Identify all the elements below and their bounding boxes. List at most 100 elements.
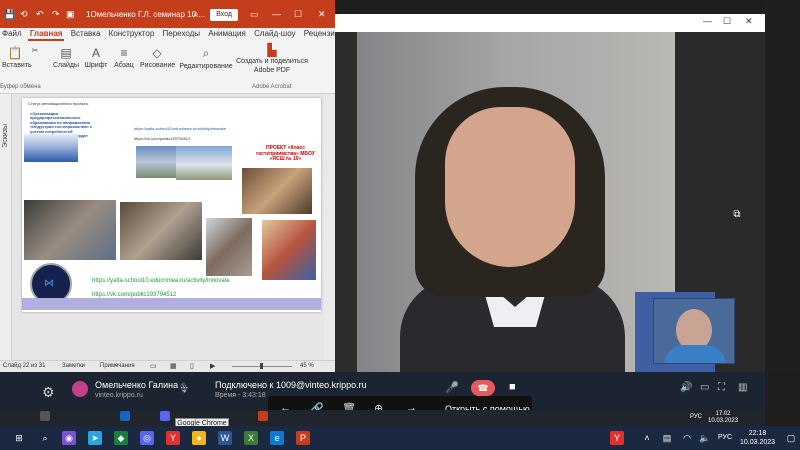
close-icon[interactable]: ✕ bbox=[318, 9, 326, 20]
editing-button[interactable]: ⌕ Редактирование bbox=[178, 46, 234, 70]
chrome-icon[interactable]: ● bbox=[192, 431, 206, 445]
slides-button[interactable]: ▤ Слайды bbox=[52, 46, 80, 69]
minimize-icon[interactable]: — bbox=[272, 9, 281, 19]
zoom-level: 45 % bbox=[300, 363, 314, 369]
remote-date: 10.03.2023 bbox=[708, 418, 739, 424]
save-icon[interactable]: 💾 bbox=[4, 9, 15, 20]
self-view-body bbox=[664, 345, 726, 363]
vertical-scrollbar[interactable] bbox=[324, 94, 335, 360]
gear-icon[interactable]: ⚙ bbox=[42, 384, 55, 401]
pdf-icon: ▙ bbox=[267, 43, 277, 57]
adobe-group-label: Adobe Acrobat bbox=[252, 84, 292, 90]
yandex-tray-icon[interactable]: Y bbox=[610, 431, 624, 445]
viber-icon[interactable]: ◉ bbox=[62, 431, 76, 445]
camera-toggle-button[interactable]: ■ bbox=[509, 381, 516, 393]
ribbon-tabs: Файл Главная Вставка Конструктор Переход… bbox=[0, 28, 352, 42]
ribbon-display-icon[interactable]: ▭ bbox=[250, 9, 259, 20]
comments-button[interactable]: Примечания bbox=[100, 363, 135, 369]
maximize-icon[interactable]: ☐ bbox=[723, 16, 731, 27]
network-icon[interactable]: ▤ bbox=[660, 431, 674, 445]
paragraph-button[interactable]: ≡ Абзац bbox=[112, 46, 136, 69]
shapes-icon: ◇ bbox=[152, 46, 162, 60]
clock-time: 22:18 bbox=[748, 430, 767, 437]
yandex-icon[interactable]: Y bbox=[166, 431, 180, 445]
close-icon[interactable]: ✕ bbox=[745, 16, 753, 27]
chevron-up-icon[interactable]: ˄ bbox=[640, 431, 654, 445]
tab-home[interactable]: Главная bbox=[27, 28, 65, 41]
paste-button[interactable]: 📋 Вставить bbox=[2, 46, 32, 69]
microphone-icon: 🎙 bbox=[178, 383, 190, 393]
mute-microphone-button[interactable]: 🎤 bbox=[445, 381, 459, 394]
telegram-icon[interactable]: ➤ bbox=[88, 431, 102, 445]
tab-file[interactable]: Файл bbox=[0, 28, 24, 39]
telegram-icon[interactable] bbox=[120, 411, 130, 421]
start-show-icon[interactable]: ▣ bbox=[66, 9, 75, 20]
powerpoint-icon[interactable]: P bbox=[296, 431, 310, 445]
hang-up-button[interactable]: ☎ bbox=[471, 380, 495, 396]
wifi-icon[interactable]: ◠ bbox=[680, 431, 694, 445]
keyboard-language[interactable]: РУС bbox=[718, 434, 732, 441]
autosave-icon[interactable]: ⟲ bbox=[20, 9, 28, 20]
system-clock[interactable]: 22:18 10.03.2023 bbox=[740, 429, 775, 447]
search-icon[interactable]: ⌕ bbox=[38, 431, 52, 445]
thumbnail-pane-collapsed[interactable]: Эскизы bbox=[0, 94, 12, 360]
redo-icon[interactable]: ↷ bbox=[52, 9, 60, 20]
notes-button[interactable]: Заметки bbox=[62, 363, 85, 369]
discord-icon[interactable]: ◎ bbox=[140, 431, 154, 445]
search-icon[interactable]: ⌕ bbox=[193, 9, 199, 20]
students-photo bbox=[262, 220, 316, 280]
ribbon: 📋 Вставить ✂ ▤ Слайды A Шрифт ≡ Абзац ◇ … bbox=[0, 42, 335, 94]
self-view-video[interactable] bbox=[653, 298, 735, 364]
school-building-photo-2 bbox=[176, 146, 232, 180]
font-button[interactable]: A Шрифт bbox=[84, 46, 108, 69]
slides-icon: ▤ bbox=[60, 46, 72, 60]
slide[interactable]: Статус инновационного проекта: «Организа… bbox=[22, 98, 321, 312]
remote-taskbar: РУС 17:02 10.03.2023 bbox=[0, 410, 765, 426]
powerpoint-icon[interactable] bbox=[258, 411, 268, 421]
zoom-slider-thumb[interactable] bbox=[260, 363, 263, 369]
windows-start-icon[interactable]: ⊞ bbox=[12, 431, 26, 445]
layout-icon[interactable]: ▥ bbox=[738, 382, 747, 393]
powerpoint-titlebar: 💾 ⟲ ↶ ↷ ▣ 1Омельченко Г.Л. семинар 10...… bbox=[0, 0, 335, 28]
tab-transitions[interactable]: Переходы bbox=[161, 28, 203, 39]
tab-slideshow[interactable]: Слайд-шоу bbox=[252, 28, 297, 39]
excel-icon[interactable]: X bbox=[244, 431, 258, 445]
speaker-icon[interactable]: 🔈 bbox=[698, 431, 712, 445]
slide-small-link-2: https://vk.com/public193794512 bbox=[134, 136, 191, 141]
tab-animations[interactable]: Анимация bbox=[206, 28, 248, 39]
slide-link-innovate[interactable]: https://yalta-school10.educrimea.ru/acti… bbox=[92, 278, 230, 284]
word-icon[interactable]: W bbox=[218, 431, 232, 445]
cut-copy-group[interactable]: ✂ bbox=[30, 46, 40, 57]
font-icon: A bbox=[91, 46, 100, 60]
volume-icon[interactable]: 🔊 bbox=[680, 382, 692, 393]
tab-design[interactable]: Конструктор bbox=[107, 28, 157, 39]
slide-project-heading: ПРОЕКТ «Класс гостеприимства» МБОУ «ЯСШ … bbox=[256, 145, 315, 162]
notification-icon[interactable]: ▢ bbox=[784, 431, 798, 445]
slideshow-view-icon[interactable]: ▶ bbox=[210, 362, 215, 370]
sorter-view-icon[interactable]: ▦ bbox=[170, 362, 177, 370]
call-duration: Время - 3:43:18 bbox=[215, 392, 266, 399]
screen-share-icon[interactable]: ▭ bbox=[700, 382, 709, 393]
document-title: 1Омельченко Г.Л. семинар 10.... bbox=[86, 10, 205, 19]
scissors-icon: ✂ bbox=[31, 46, 39, 55]
login-button[interactable]: Вход bbox=[210, 9, 238, 21]
thumbnails-label: Эскизы bbox=[2, 124, 9, 148]
drawing-button[interactable]: ◇ Рисование bbox=[140, 46, 175, 69]
fullscreen-icon[interactable]: ⛶ bbox=[718, 382, 725, 393]
discord-icon[interactable] bbox=[160, 411, 170, 421]
video-window-titlebar: — ☐ ✕ bbox=[335, 14, 765, 32]
clipboard-icon: 📋 bbox=[7, 46, 23, 60]
maximize-icon[interactable]: ☐ bbox=[294, 9, 302, 20]
minimize-icon[interactable]: — bbox=[703, 16, 712, 26]
app-icon[interactable]: ◆ bbox=[114, 431, 128, 445]
windows-start-icon[interactable] bbox=[40, 411, 50, 421]
caller-address: vinteo.krippo.ru bbox=[95, 392, 143, 399]
adobe-create-button[interactable]: ▙ Создать и поделиться Adobe PDF bbox=[236, 43, 308, 75]
edge-icon[interactable]: e bbox=[270, 431, 284, 445]
undo-icon[interactable]: ↶ bbox=[36, 9, 44, 20]
team-illustration bbox=[24, 134, 78, 162]
tab-insert[interactable]: Вставка bbox=[69, 28, 103, 39]
picture-in-picture-button[interactable]: ⧉ bbox=[726, 204, 748, 226]
reading-view-icon[interactable]: ▯ bbox=[190, 362, 194, 370]
normal-view-icon[interactable]: ▭ bbox=[150, 362, 157, 370]
